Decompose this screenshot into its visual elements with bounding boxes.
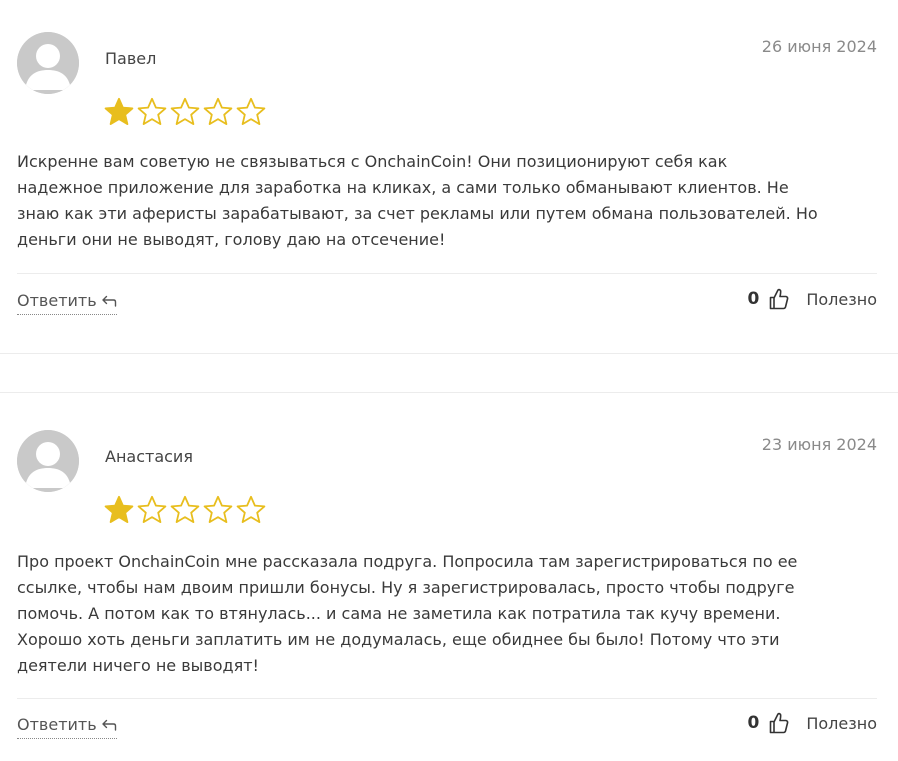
review-date: 23 июня 2024 [761, 435, 877, 454]
review-date: 26 июня 2024 [761, 37, 877, 56]
reply-label: Ответить [17, 715, 97, 734]
review-text-line: Искренне вам советую не связываться с On… [17, 152, 728, 171]
star-empty-icon [236, 97, 266, 126]
review-divider [17, 698, 877, 699]
reply-button[interactable]: Ответить [17, 291, 117, 315]
thumbs-up-icon[interactable] [769, 712, 789, 734]
reply-arrow-icon [101, 295, 117, 307]
review-text-line: деньги они не выводят, голову даю на отс… [17, 230, 446, 249]
star-empty-icon [137, 97, 167, 126]
review-text-line: надежное приложение для заработка на кли… [17, 178, 789, 197]
avatar [17, 32, 79, 94]
helpful-area: 0 Полезно [747, 288, 877, 310]
star-empty-icon [170, 495, 200, 524]
star-empty-icon [203, 495, 233, 524]
review-text-line: помочь. А потом как то втянулась... и са… [17, 604, 781, 623]
user-silhouette-icon [17, 32, 79, 94]
review-text-line: знаю как эти аферисты зарабатывают, за с… [17, 204, 818, 223]
review-separator [0, 353, 898, 354]
star-empty-icon [203, 97, 233, 126]
like-count: 0 [747, 289, 760, 309]
star-empty-icon [170, 97, 200, 126]
author-name: Анастасия [105, 447, 193, 466]
helpful-area: 0 Полезно [747, 712, 877, 734]
review-text-line: Про проект OnchainCoin мне рассказала по… [17, 552, 798, 571]
helpful-button[interactable]: Полезно [806, 290, 877, 309]
helpful-button[interactable]: Полезно [806, 714, 877, 733]
review-divider [17, 273, 877, 274]
review-text: Искренне вам советую не связываться с On… [17, 149, 877, 253]
review-separator [0, 392, 898, 393]
star-empty-icon [137, 495, 167, 524]
reply-label: Ответить [17, 291, 97, 310]
review-text-line: Хорошо хоть деньги заплатить им не додум… [17, 630, 780, 649]
thumbs-up-icon[interactable] [769, 288, 789, 310]
rating-stars [104, 495, 266, 524]
author-name: Павел [105, 49, 157, 68]
star-empty-icon [236, 495, 266, 524]
star-filled-icon [104, 97, 134, 126]
avatar [17, 430, 79, 492]
rating-stars [104, 97, 266, 126]
review-text: Про проект OnchainCoin мне рассказала по… [17, 549, 877, 679]
reply-arrow-icon [101, 719, 117, 731]
reply-button[interactable]: Ответить [17, 715, 117, 739]
review-text-line: ссылке, чтобы нам двоим пришли бонусы. Н… [17, 578, 795, 597]
star-filled-icon [104, 495, 134, 524]
review-text-line: деятели ничего не выводят! [17, 656, 259, 675]
like-count: 0 [747, 713, 760, 733]
user-silhouette-icon [17, 430, 79, 492]
